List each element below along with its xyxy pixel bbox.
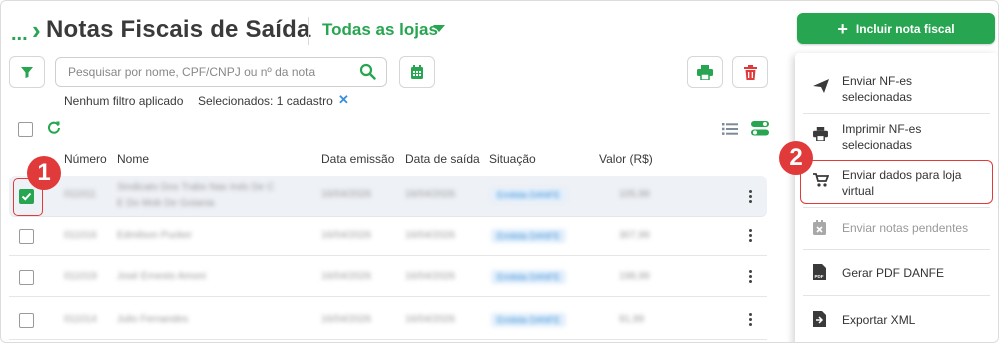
row-value: 198,99	[619, 271, 650, 282]
app-window: ... › Notas Fiscais de Saída Todas as lo…	[0, 0, 999, 343]
filter-status: Nenhum filtro aplicado	[64, 94, 184, 108]
menu-item-send-store-data[interactable]: Enviar dados para loja virtual	[801, 167, 991, 201]
row-checkbox[interactable]	[19, 270, 34, 285]
add-invoice-label: Incluir nota fiscal	[855, 21, 955, 36]
row-emission-date: 16/04/2026	[321, 230, 372, 241]
row-exit-date: 16/04/2026	[405, 189, 456, 200]
column-value[interactable]: Valor (R$)	[599, 152, 653, 166]
column-exit-date[interactable]: Data de saída	[405, 152, 480, 166]
callout-badge-2: 2	[779, 141, 813, 175]
calendar-icon	[411, 64, 423, 79]
clear-selection-icon[interactable]: ✕	[338, 92, 349, 108]
pdf-file-icon: PDF	[813, 264, 826, 280]
store-filter-dropdown[interactable]: Todas as lojas	[322, 20, 438, 40]
refresh-icon[interactable]	[47, 120, 61, 134]
row-emission-date: 16/04/2026	[321, 189, 372, 200]
table-row[interactable]: 011016 Edmilson Pucker 16/04/2026 16/04/…	[9, 217, 767, 256]
menu-item-print-nfes[interactable]: Imprimir NF-es selecionadas	[801, 121, 991, 155]
search-input[interactable]	[66, 64, 355, 80]
column-emission-date[interactable]: Data emissão	[321, 152, 394, 166]
status-badge: Emitida DANFE	[491, 313, 567, 327]
row-actions-icon[interactable]	[749, 313, 753, 328]
row-actions-icon[interactable]	[749, 190, 753, 205]
toggle-view-icon[interactable]	[751, 121, 769, 136]
menu-item-export-xml[interactable]: Exportar XML	[801, 311, 991, 332]
row-number: 011019	[64, 271, 97, 282]
row-actions-icon[interactable]	[749, 270, 753, 285]
filter-button[interactable]	[9, 56, 45, 88]
select-all-checkbox[interactable]	[18, 122, 33, 137]
list-view-icon[interactable]	[722, 123, 738, 135]
row-name: Sindicato Dos Trabs Nas Inds De C E Do M…	[117, 180, 274, 212]
table-row[interactable]: 011019 José Ernesto Amoni 16/04/2026 16/…	[9, 258, 767, 297]
status-badge: Emitida DANFE	[491, 188, 567, 202]
table-row[interactable]: 011014 Julio Fernandes 16/04/2026 16/04/…	[9, 301, 767, 340]
menu-item-label: Imprimir NF-es selecionadas	[842, 122, 922, 152]
row-value: 105,99	[619, 189, 650, 200]
actions-menu: Enviar NF-es selecionadas Imprimir NF-es…	[795, 53, 998, 342]
search-icon[interactable]	[359, 63, 376, 80]
column-status[interactable]: Situação	[489, 152, 536, 166]
add-invoice-button[interactable]: + Incluir nota fiscal	[797, 13, 995, 44]
selection-status: Selecionados: 1 cadastro	[198, 94, 333, 108]
printer-icon	[697, 64, 713, 80]
delete-button[interactable]	[732, 56, 768, 88]
row-number: 011016	[64, 230, 97, 241]
breadcrumb-back[interactable]: ...	[11, 23, 28, 46]
row-value: 307,99	[619, 230, 650, 241]
search-field[interactable]	[55, 57, 387, 87]
send-icon	[813, 79, 829, 93]
row-exit-date: 16/04/2026	[405, 230, 456, 241]
menu-item-label: Enviar dados para loja virtual	[842, 168, 962, 198]
row-name-line2: E Do Mob De Goiania	[117, 198, 215, 209]
row-name: Edmilson Pucker	[117, 230, 193, 241]
menu-item-label: Exportar XML	[842, 313, 916, 327]
export-file-icon	[813, 311, 826, 327]
menu-item-label: Enviar NF-es selecionadas	[842, 74, 913, 104]
menu-item-send-nfes[interactable]: Enviar NF-es selecionadas	[801, 73, 991, 107]
plus-icon: +	[837, 18, 848, 39]
title-divider	[308, 17, 309, 45]
status-badge: Emitida DANFE	[491, 229, 567, 243]
cart-icon	[813, 173, 829, 187]
column-number[interactable]: Número	[64, 152, 107, 166]
row-checkbox[interactable]	[19, 229, 34, 244]
caret-down-icon[interactable]	[433, 25, 445, 32]
row-value: 91,99	[619, 314, 645, 325]
menu-item-label: Gerar PDF DANFE	[842, 266, 945, 280]
menu-divider	[803, 295, 990, 296]
row-actions-icon[interactable]	[749, 229, 753, 244]
table-row[interactable]: 011011 Sindicato Dos Trabs Nas Inds De C…	[9, 176, 767, 217]
row-name-line1: Sindicato Dos Trabs Nas Inds De C	[117, 182, 275, 193]
status-badge: Emitida DANFE	[491, 270, 567, 284]
page-title: Notas Fiscais de Saída	[46, 16, 311, 43]
menu-item-label: Enviar notas pendentes	[842, 221, 969, 235]
trash-icon	[743, 64, 757, 80]
row-name: Julio Fernandes	[117, 314, 189, 325]
row-emission-date: 16/04/2026	[321, 314, 372, 325]
menu-item-send-pending[interactable]: Enviar notas pendentes	[801, 220, 991, 240]
svg-text:PDF: PDF	[815, 274, 824, 279]
printer-icon	[813, 127, 828, 141]
menu-divider	[803, 207, 990, 208]
filter-icon	[21, 67, 33, 78]
row-exit-date: 16/04/2026	[405, 314, 456, 325]
row-emission-date: 16/04/2026	[321, 271, 372, 282]
breadcrumb-chevron-icon: ›	[32, 15, 41, 45]
menu-divider	[803, 113, 990, 114]
row-number: 011014	[64, 314, 97, 325]
print-button[interactable]	[687, 56, 723, 88]
menu-item-pdf-danfe[interactable]: PDF Gerar PDF DANFE	[801, 264, 991, 285]
date-filter-button[interactable]	[399, 56, 435, 88]
row-name: José Ernesto Amoni	[117, 271, 206, 282]
calendar-x-icon	[813, 220, 826, 235]
column-name[interactable]: Nome	[117, 152, 149, 166]
row-exit-date: 16/04/2026	[405, 271, 456, 282]
callout-badge-1: 1	[27, 156, 61, 190]
row-number: 011011	[64, 189, 96, 200]
menu-divider	[803, 249, 990, 250]
row-checkbox[interactable]	[19, 313, 34, 328]
